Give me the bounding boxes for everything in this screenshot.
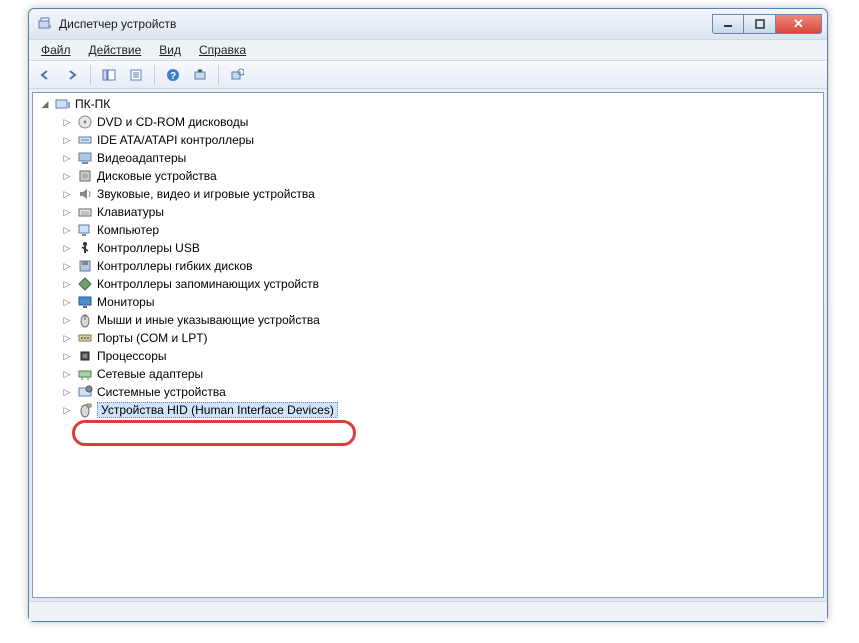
app-icon <box>37 16 53 32</box>
tree-item-label: Системные устройства <box>97 385 226 399</box>
tree-item-label: Сетевые адаптеры <box>97 367 203 381</box>
expand-icon[interactable]: ▷ <box>61 296 73 308</box>
tree-item[interactable]: ▷ Контроллеры запоминающих устройств <box>33 275 823 293</box>
tree-item[interactable]: ▷ Порты (COM и LPT) <box>33 329 823 347</box>
device-category-icon <box>77 186 93 202</box>
device-category-icon <box>77 384 93 400</box>
toolbar-separator <box>154 65 155 85</box>
device-manager-window: Диспетчер устройств ✕ Файл Действие Вид … <box>28 8 828 622</box>
device-category-icon <box>77 240 93 256</box>
tree-root[interactable]: ◢ ПК-ПК <box>33 95 823 113</box>
device-category-icon <box>77 204 93 220</box>
toolbar-separator <box>90 65 91 85</box>
tree-item[interactable]: ▷ IDE ATA/ATAPI контроллеры <box>33 131 823 149</box>
toolbar: ? <box>29 61 827 89</box>
tree-item-label: Компьютер <box>97 223 159 237</box>
tree-item[interactable]: ▷ DVD и CD-ROM дисководы <box>33 113 823 131</box>
close-button[interactable]: ✕ <box>776 14 822 34</box>
expand-icon[interactable]: ▷ <box>61 278 73 290</box>
svg-text:?: ? <box>170 71 176 82</box>
tree-item-label: Звуковые, видео и игровые устройства <box>97 187 315 201</box>
tree-item[interactable]: ▷ Звуковые, видео и игровые устройства <box>33 185 823 203</box>
expand-icon[interactable]: ▷ <box>61 134 73 146</box>
show-hidden-button[interactable] <box>225 63 249 87</box>
minimize-button[interactable] <box>712 14 744 34</box>
menu-help[interactable]: Справка <box>191 41 254 59</box>
device-category-icon <box>77 258 93 274</box>
tree-item[interactable]: ▷ Сетевые адаптеры <box>33 365 823 383</box>
menu-file[interactable]: Файл <box>33 41 79 59</box>
expand-icon[interactable]: ▷ <box>61 224 73 236</box>
tree-item-label: DVD и CD-ROM дисководы <box>97 115 248 129</box>
expand-icon[interactable]: ▷ <box>61 206 73 218</box>
toolbar-separator <box>218 65 219 85</box>
device-category-icon <box>77 348 93 364</box>
tree-item-label: Видеоадаптеры <box>97 151 186 165</box>
tree-item-label: Контроллеры запоминающих устройств <box>97 277 319 291</box>
menu-action[interactable]: Действие <box>81 41 150 59</box>
device-category-icon <box>77 294 93 310</box>
tree-item[interactable]: ▷ Системные устройства <box>33 383 823 401</box>
device-category-icon <box>77 402 93 418</box>
titlebar[interactable]: Диспетчер устройств ✕ <box>29 9 827 39</box>
maximize-button[interactable] <box>744 14 776 34</box>
tree-item-label: Устройства HID (Human Interface Devices) <box>97 402 338 418</box>
expand-icon[interactable]: ▷ <box>61 386 73 398</box>
tree-item-label: IDE ATA/ATAPI контроллеры <box>97 133 254 147</box>
computer-icon <box>55 96 71 112</box>
tree-item[interactable]: ▷ Контроллеры USB <box>33 239 823 257</box>
device-category-icon <box>77 276 93 292</box>
tree-item[interactable]: ▷ Клавиатуры <box>33 203 823 221</box>
tree-item[interactable]: ▷ Видеоадаптеры <box>33 149 823 167</box>
device-category-icon <box>77 222 93 238</box>
tree-item[interactable]: ▷ Компьютер <box>33 221 823 239</box>
back-button[interactable] <box>33 63 57 87</box>
statusbar <box>29 601 827 621</box>
tree-item[interactable]: ▷ Дисковые устройства <box>33 167 823 185</box>
tree-item-label: Мониторы <box>97 295 154 309</box>
expand-icon[interactable]: ▷ <box>61 170 73 182</box>
tree-item[interactable]: ▷ Мыши и иные указывающие устройства <box>33 311 823 329</box>
window-title: Диспетчер устройств <box>59 17 176 31</box>
expand-icon[interactable]: ▷ <box>61 404 73 416</box>
device-category-icon <box>77 132 93 148</box>
tree-item[interactable]: ▷ Устройства HID (Human Interface Devices… <box>33 401 823 419</box>
device-category-icon <box>77 366 93 382</box>
tree-item[interactable]: ▷ Процессоры <box>33 347 823 365</box>
device-category-icon <box>77 168 93 184</box>
help-button[interactable]: ? <box>161 63 185 87</box>
expand-icon[interactable]: ▷ <box>61 368 73 380</box>
device-category-icon <box>77 330 93 346</box>
expand-icon[interactable]: ▷ <box>61 260 73 272</box>
scan-hardware-button[interactable] <box>188 63 212 87</box>
expand-icon[interactable]: ▷ <box>61 116 73 128</box>
expand-icon[interactable]: ▷ <box>61 314 73 326</box>
forward-button[interactable] <box>60 63 84 87</box>
tree-item-label: Контроллеры USB <box>97 241 200 255</box>
properties-button[interactable] <box>124 63 148 87</box>
device-tree-panel[interactable]: ◢ ПК-ПК ▷ DVD и CD-ROM дисководы ▷ IDE ATA/… <box>32 92 824 598</box>
tree-item-label: Клавиатуры <box>97 205 164 219</box>
expand-icon[interactable]: ▷ <box>61 350 73 362</box>
expand-icon[interactable]: ▷ <box>61 152 73 164</box>
collapse-icon[interactable]: ◢ <box>39 98 51 110</box>
tree-item-label: Порты (COM и LPT) <box>97 331 208 345</box>
menubar: Файл Действие Вид Справка <box>29 39 827 61</box>
device-category-icon <box>77 150 93 166</box>
device-category-icon <box>77 114 93 130</box>
tree-item-label: Мыши и иные указывающие устройства <box>97 313 320 327</box>
expand-icon[interactable]: ▷ <box>61 332 73 344</box>
device-category-icon <box>77 312 93 328</box>
menu-view[interactable]: Вид <box>151 41 189 59</box>
expand-icon[interactable]: ▷ <box>61 242 73 254</box>
tree-root-label: ПК-ПК <box>75 97 110 111</box>
tree-item-label: Дисковые устройства <box>97 169 217 183</box>
tree-item[interactable]: ▷ Мониторы <box>33 293 823 311</box>
show-hide-tree-button[interactable] <box>97 63 121 87</box>
tree-item-label: Контроллеры гибких дисков <box>97 259 253 273</box>
expand-icon[interactable]: ▷ <box>61 188 73 200</box>
tree-item-label: Процессоры <box>97 349 167 363</box>
tree-item[interactable]: ▷ Контроллеры гибких дисков <box>33 257 823 275</box>
